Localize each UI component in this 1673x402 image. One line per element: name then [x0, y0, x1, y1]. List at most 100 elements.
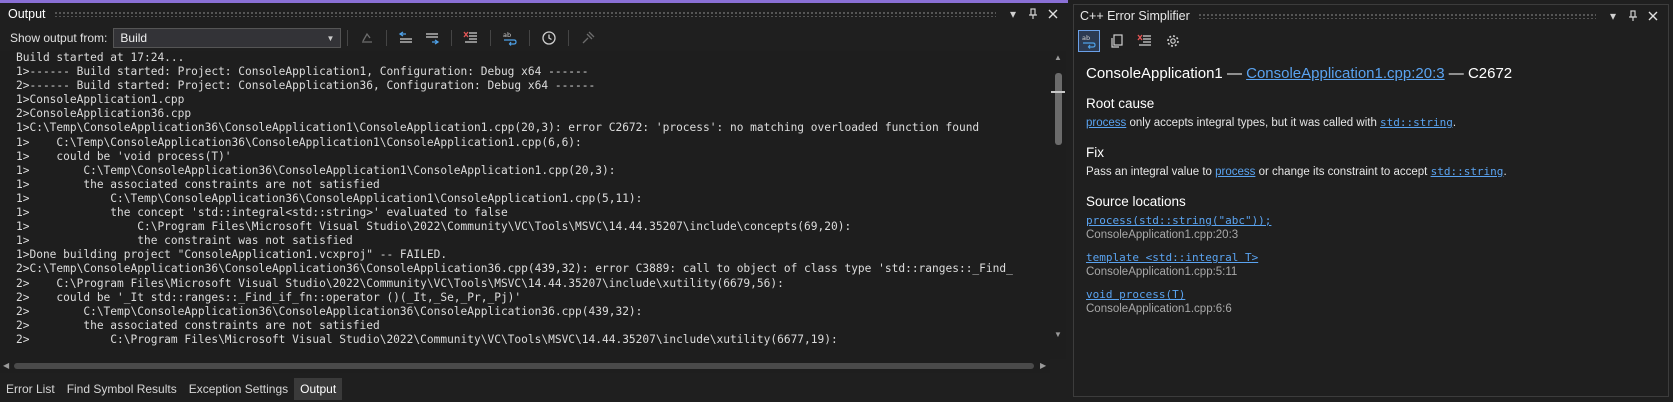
- fix-text-end: .: [1503, 166, 1507, 178]
- output-line: 1>C:\Temp\ConsoleApplication36\ConsoleAp…: [16, 121, 980, 135]
- process-link[interactable]: process: [1215, 166, 1255, 178]
- error-project: ConsoleApplication1: [1086, 65, 1223, 82]
- output-source-select[interactable]: Build ▼: [113, 28, 342, 48]
- output-toolbar: Show output from: Build ▼ ab: [0, 25, 1068, 51]
- output-panel: Output ▾ Show output from: Build ▼ ab Bu…: [0, 0, 1068, 402]
- error-heading: ConsoleApplication1 — ConsoleApplication…: [1086, 65, 1668, 82]
- root-cause-text-part: only accepts integral types, but it was …: [1126, 117, 1381, 129]
- prev-message-icon[interactable]: [395, 27, 417, 49]
- toolbar-separator: [451, 30, 453, 46]
- output-line: 2> could be '_It std::ranges::_Find_if_f…: [16, 290, 522, 304]
- tab-exception-settings[interactable]: Exception Settings: [183, 378, 294, 400]
- scroll-caret-marker: [1051, 91, 1065, 93]
- fix-title: Fix: [1086, 145, 1104, 160]
- pin-icon[interactable]: [1024, 5, 1042, 23]
- error-simplifier-panel: C++ Error Simplifier ▾ ab ConsoleApplica…: [1073, 4, 1669, 397]
- toolbar-separator: [490, 30, 492, 46]
- output-text-area[interactable]: Build started at 17:24... 1>------ Build …: [0, 51, 1050, 359]
- source-location-item: void process(T) ConsoleApplication1.cpp:…: [1086, 288, 1668, 315]
- output-titlebar[interactable]: Output ▾: [0, 3, 1068, 25]
- word-wrap-icon: ab: [1082, 34, 1096, 49]
- output-line: 1>Done building project "ConsoleApplicat…: [16, 248, 448, 262]
- scroll-right-icon[interactable]: ▶: [1040, 359, 1046, 373]
- output-line: 2> the associated constraints are not sa…: [16, 318, 380, 332]
- scroll-down-icon[interactable]: ▼: [1050, 330, 1066, 339]
- root-cause-title: Root cause: [1086, 96, 1155, 111]
- close-icon[interactable]: [1644, 7, 1662, 25]
- output-line: 1> C:\Temp\ConsoleApplication36\ConsoleA…: [16, 191, 643, 205]
- error-code: C2672: [1467, 65, 1513, 82]
- window-position-chevron-down-icon[interactable]: ▾: [1004, 5, 1022, 23]
- tab-error-list[interactable]: Error List: [0, 378, 61, 400]
- settings-icon: [1167, 35, 1179, 47]
- simplifier-titlebar[interactable]: C++ Error Simplifier ▾: [1074, 5, 1668, 27]
- next-message-icon[interactable]: [421, 27, 443, 49]
- output-line: 2> C:\Program Files\Microsoft Visual Stu…: [16, 276, 784, 290]
- horizontal-scroll-thumb[interactable]: [14, 363, 1034, 369]
- chevron-down-icon: ▼: [326, 33, 335, 43]
- svg-text:ab: ab: [503, 31, 511, 39]
- show-output-label: Show output from:: [10, 31, 108, 45]
- source-location-code-link[interactable]: process(std::string("abc"));: [1086, 214, 1668, 227]
- heading-separator: —: [1226, 65, 1242, 82]
- output-source-value: Build: [120, 31, 148, 45]
- output-line: 1> the constraint was not satisfied: [16, 234, 353, 248]
- bottom-tool-tabs: Error List Find Symbol Results Exception…: [0, 376, 1068, 402]
- clear-all-icon[interactable]: [460, 27, 482, 49]
- std-string-link[interactable]: std::string: [1380, 116, 1453, 129]
- output-line: 2>C:\Temp\ConsoleApplication36\ConsoleAp…: [16, 262, 1013, 276]
- timestamp-icon[interactable]: [538, 27, 560, 49]
- output-lines: Build started at 17:24... 1>------ Build …: [0, 51, 1050, 347]
- process-link[interactable]: process: [1086, 117, 1126, 129]
- title-drag-grip[interactable]: [1197, 13, 1596, 19]
- copy-button[interactable]: [1106, 30, 1128, 52]
- source-location-item: process(std::string("abc")); ConsoleAppl…: [1086, 214, 1668, 241]
- goto-location-icon[interactable]: [356, 27, 378, 49]
- word-wrap-toggle[interactable]: ab: [1078, 30, 1100, 52]
- tab-output[interactable]: Output: [294, 378, 343, 400]
- output-line: 2> C:\Program Files\Microsoft Visual Stu…: [16, 332, 838, 346]
- source-location-code-link[interactable]: template <std::integral T>: [1086, 251, 1668, 264]
- fix-text: Pass an integral value to process or cha…: [1086, 165, 1668, 178]
- output-line: Build started at 17:24...: [16, 51, 185, 64]
- output-line: 2> C:\Temp\ConsoleApplication36\ConsoleA…: [16, 304, 643, 318]
- output-line: 1> C:\Temp\ConsoleApplication36\ConsoleA…: [16, 163, 616, 177]
- scroll-up-icon[interactable]: ▲: [1050, 53, 1066, 62]
- title-drag-grip[interactable]: [53, 11, 996, 17]
- toolbar-separator: [568, 30, 570, 46]
- output-line: 1> could be 'void process(T)': [16, 149, 232, 163]
- simplifier-panel-title: C++ Error Simplifier: [1080, 9, 1190, 23]
- source-location-code-link[interactable]: void process(T): [1086, 288, 1668, 301]
- scroll-left-icon[interactable]: ◀: [3, 359, 9, 373]
- simplifier-toolbar: ab: [1074, 27, 1668, 55]
- root-cause-text: process only accepts integral types, but…: [1086, 116, 1668, 129]
- output-line: 1> the concept 'std::integral<std::strin…: [16, 206, 508, 220]
- simplifier-content: ConsoleApplication1 — ConsoleApplication…: [1074, 55, 1668, 315]
- output-line: 1>ConsoleApplication1.cpp: [16, 93, 185, 107]
- toolbar-separator: [347, 30, 349, 46]
- settings-button[interactable]: [1162, 30, 1184, 52]
- word-wrap-icon[interactable]: ab: [499, 27, 521, 49]
- source-locations-title: Source locations: [1086, 194, 1186, 209]
- output-line: 1> C:\Temp\ConsoleApplication36\ConsoleA…: [16, 135, 582, 149]
- output-line: 1>------ Build started: Project: Console…: [16, 65, 589, 79]
- output-line: 1> C:\Program Files\Microsoft Visual Stu…: [16, 220, 852, 234]
- tab-find-symbol-results[interactable]: Find Symbol Results: [61, 378, 183, 400]
- window-position-chevron-down-icon[interactable]: ▾: [1604, 7, 1622, 25]
- root-cause-text-end: .: [1452, 117, 1457, 129]
- close-icon[interactable]: [1044, 5, 1062, 23]
- error-location-link[interactable]: ConsoleApplication1.cpp:20:3: [1246, 65, 1444, 82]
- vertical-scrollbar[interactable]: ▲ ▼: [1050, 51, 1066, 359]
- toolbar-separator: [529, 30, 531, 46]
- heading-separator: —: [1448, 65, 1464, 82]
- output-line: 1> the associated constraints are not sa…: [16, 177, 380, 191]
- std-string-link[interactable]: std::string: [1431, 165, 1504, 178]
- horizontal-scrollbar[interactable]: ◀ ▶: [0, 359, 1050, 373]
- pin-tool-icon[interactable]: [577, 27, 599, 49]
- clear-button[interactable]: [1134, 30, 1156, 52]
- source-location-file: ConsoleApplication1.cpp:5:11: [1086, 266, 1238, 278]
- pin-icon[interactable]: [1624, 7, 1642, 25]
- output-line: 2>ConsoleApplication36.cpp: [16, 107, 192, 121]
- vertical-scroll-thumb[interactable]: [1055, 73, 1062, 145]
- fix-text-part: Pass an integral value to: [1086, 166, 1216, 178]
